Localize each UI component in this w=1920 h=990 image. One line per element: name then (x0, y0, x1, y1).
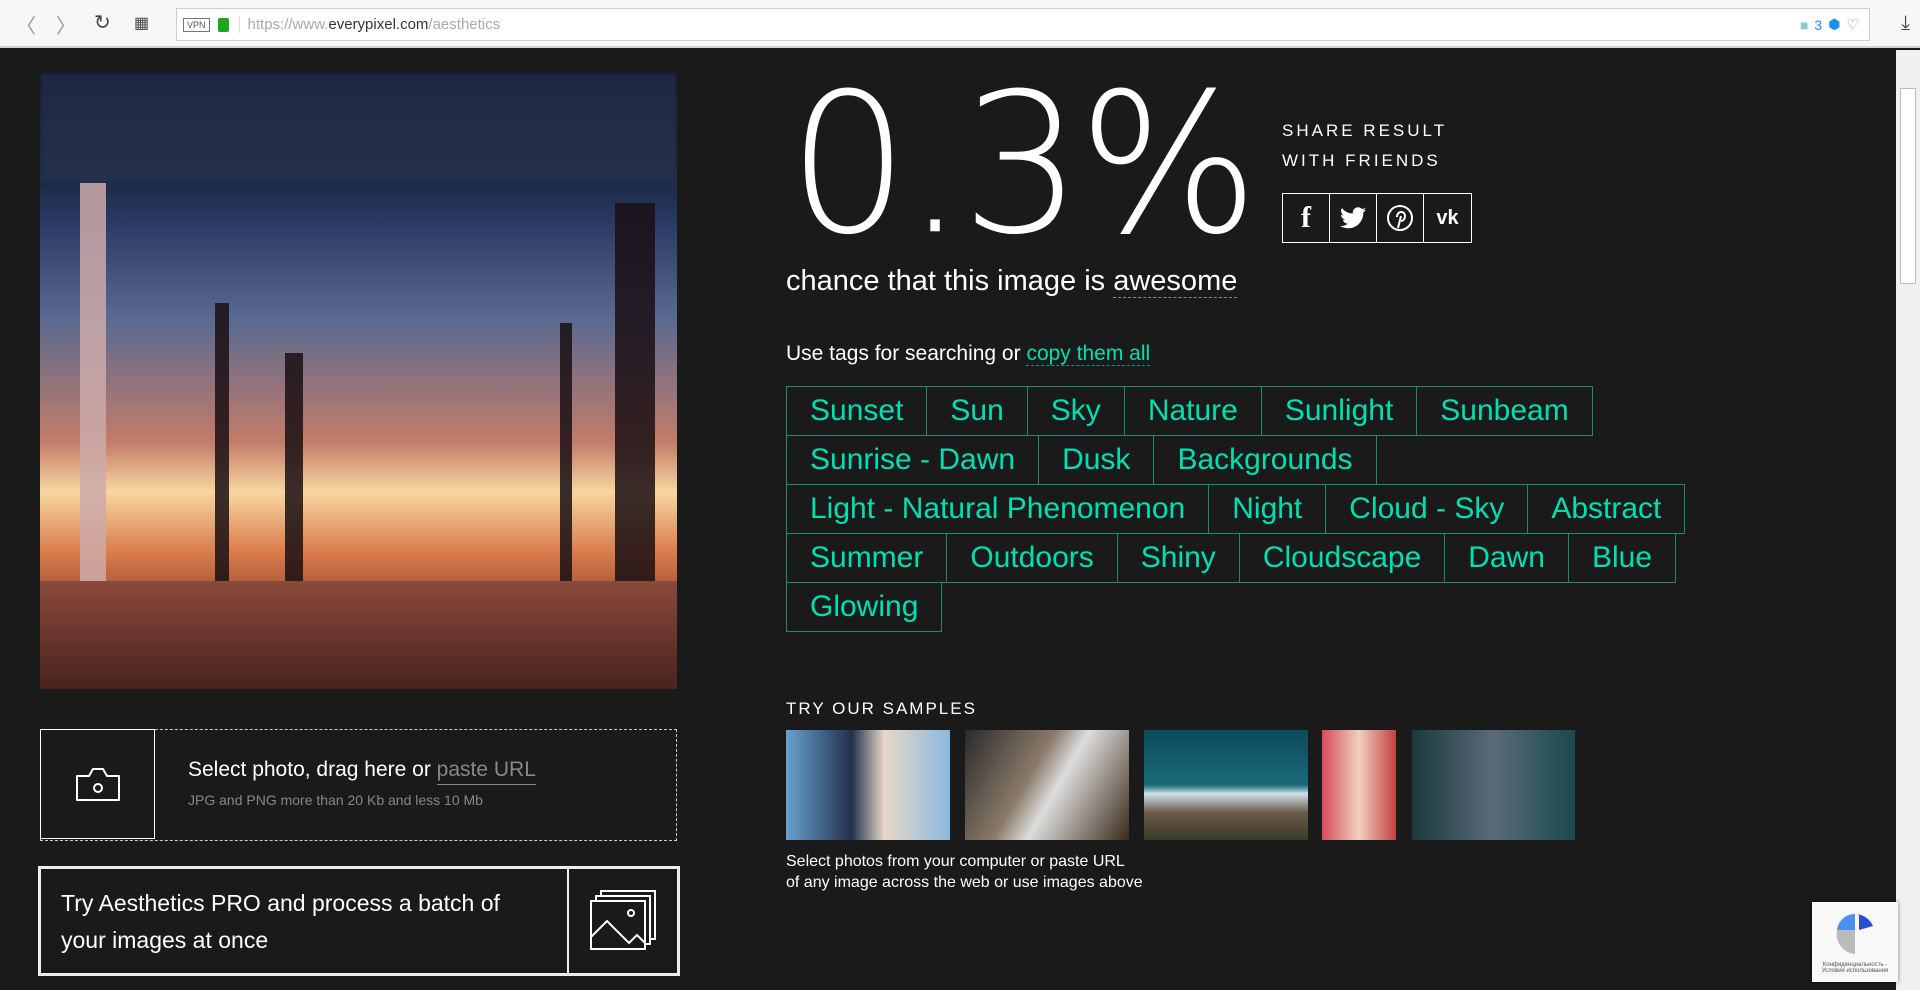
browser-toolbar: 〈 〉 ↻ ▦ VPN https://www.everypixel.com/a… (0, 0, 1920, 48)
speed-dial-icon[interactable]: ▦ (134, 13, 149, 33)
share-line1: SHARE RESULT (1282, 121, 1448, 140)
social-share-buttons: f vk (1282, 193, 1472, 243)
sample-mountains[interactable] (1144, 730, 1308, 840)
tag-row: Summer Outdoors Shiny Cloudscape Dawn Blue (786, 533, 1685, 583)
tag[interactable]: Blue (1567, 533, 1676, 583)
tag[interactable]: Outdoors (946, 533, 1118, 583)
tag-row: Glowing (786, 582, 1685, 632)
upload-hint: JPG and PNG more than 20 Kb and less 10 … (188, 792, 483, 808)
chance-text: chance that this image is awesome (786, 265, 1238, 298)
pinterest-icon[interactable] (1377, 194, 1424, 242)
tag[interactable]: Backgrounds (1153, 435, 1377, 485)
image-blur-top (40, 73, 677, 183)
back-icon[interactable]: 〈 (16, 10, 36, 39)
recaptcha-terms[interactable]: Конфиденциальность - Условия использован… (1812, 962, 1898, 974)
tag[interactable]: Shiny (1116, 533, 1240, 583)
caption-line1: Select photos from your computer or past… (786, 853, 1125, 870)
url-path: /aesthetics (428, 16, 501, 33)
recaptcha-icon (1836, 913, 1873, 954)
sample-office-desk[interactable] (965, 730, 1129, 840)
tag-row: Light - Natural Phenomenon Night Cloud - S… (786, 484, 1686, 534)
vpn-badge[interactable]: VPN (183, 17, 210, 32)
tag[interactable]: Sky (1026, 386, 1125, 436)
sample-couple[interactable] (1322, 730, 1396, 840)
copy-tags-link[interactable]: copy them all (1026, 342, 1151, 366)
reload-icon[interactable]: ↻ (94, 10, 111, 35)
extensions: ■ 3 ⬢ ♡ (1800, 16, 1859, 33)
tag[interactable]: Sunbeam (1416, 386, 1593, 436)
tags-intro: Use tags for searching or copy them all (786, 342, 1151, 366)
chance-prefix: chance that this image is (786, 265, 1114, 297)
image-blur-bottom (40, 581, 677, 689)
twitter-icon[interactable] (1330, 194, 1377, 242)
awesome-term[interactable]: awesome (1113, 265, 1238, 298)
download-icon[interactable]: ⤓ (1901, 12, 1910, 35)
cube-extension-icon[interactable]: ■ (1800, 17, 1808, 33)
paste-url-link[interactable]: paste URL (436, 758, 536, 785)
tag[interactable]: Cloud - Sky (1325, 484, 1529, 534)
url-prefix: https://www. (247, 16, 329, 33)
tag[interactable]: Sun (926, 386, 1028, 436)
shield-extension-icon[interactable]: ⬢ (1828, 16, 1840, 33)
tag-list: Sunset Sun Sky Nature Sunlight Sunbeam Sunrise… (786, 386, 1686, 632)
aesthetics-pro-banner[interactable]: Try Aesthetics PRO and process a batch o… (38, 866, 680, 976)
heart-icon[interactable]: ♡ (1846, 16, 1859, 33)
tag[interactable]: Sunrise - Dawn (786, 435, 1040, 485)
pro-text: Try Aesthetics PRO and process a batch o… (61, 890, 500, 953)
camera-icon (75, 768, 120, 801)
tag[interactable]: Dawn (1444, 533, 1569, 583)
scrollbar-thumb[interactable] (1900, 88, 1916, 284)
tag-row: Sunrise - Dawn Dusk Backgrounds (786, 435, 1685, 485)
vk-icon[interactable]: vk (1424, 194, 1471, 242)
share-title: SHARE RESULT WITH FRIENDS (1282, 116, 1447, 176)
tag[interactable]: Summer (786, 533, 948, 583)
upload-instruction: Select photo, drag here or (188, 758, 437, 781)
tag[interactable]: Sunset (786, 386, 928, 436)
aesthetic-score: 0.3% (788, 51, 1259, 278)
samples-title: TRY OUR SAMPLES (786, 699, 977, 718)
scrollbar[interactable] (1896, 50, 1920, 990)
tag[interactable]: Abstract (1527, 484, 1686, 534)
samples-caption: Select photos from your computer or past… (786, 851, 1143, 893)
url-domain: everypixel.com (328, 16, 429, 33)
tag[interactable]: Dusk (1038, 435, 1155, 485)
tags-intro-text: Use tags for searching or (786, 342, 1027, 365)
forward-icon[interactable]: 〉 (56, 10, 76, 39)
image-stack-icon (590, 890, 656, 950)
tag[interactable]: Nature (1123, 386, 1262, 436)
tag[interactable]: Glowing (786, 582, 943, 632)
tag[interactable]: Light - Natural Phenomenon (786, 484, 1210, 534)
extension-count[interactable]: 3 (1814, 17, 1822, 33)
sample-business-team[interactable] (786, 730, 950, 840)
tag[interactable]: Night (1208, 484, 1327, 534)
upload-dropzone[interactable]: Select photo, drag here or paste URL JPG… (40, 729, 677, 841)
share-line2: WITH FRIENDS (1282, 151, 1441, 170)
address-bar[interactable]: VPN https://www.everypixel.com/aesthetic… (176, 8, 1870, 41)
tag-row: Sunset Sun Sky Nature Sunlight Sunbeam (786, 386, 1685, 436)
lock-icon (217, 17, 229, 32)
tag[interactable]: Cloudscape (1238, 533, 1446, 583)
facebook-icon[interactable]: f (1283, 194, 1330, 242)
recaptcha-badge[interactable]: Конфиденциальность - Условия использован… (1812, 902, 1898, 982)
camera-button[interactable] (40, 729, 155, 839)
tag[interactable]: Sunlight (1260, 386, 1418, 436)
sample-hug-forest[interactable] (1412, 730, 1575, 840)
analyzed-image (40, 73, 677, 689)
caption-line2: of any image across the web or use image… (786, 874, 1143, 891)
url-text[interactable]: https://www.everypixel.com/aesthetics (238, 16, 501, 33)
